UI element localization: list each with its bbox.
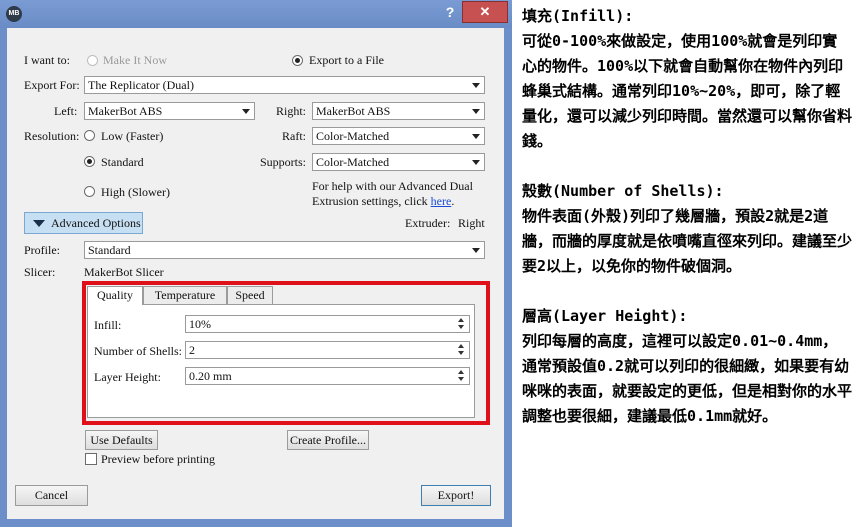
advanced-options-button[interactable]: Advanced Options (24, 212, 143, 234)
infill-note: 填充(Infill): 可從0-100%來做設定，使用100%就會是列印實心的物… (522, 4, 852, 154)
raft-value: Color-Matched (316, 129, 390, 143)
shells-note: 殼數(Number of Shells): 物件表面(外殼)列印了幾層牆，預設2… (522, 179, 852, 279)
export-button[interactable]: Export! (421, 485, 491, 506)
raft-select[interactable]: Color-Matched (312, 127, 485, 145)
triangle-down-icon (33, 220, 45, 227)
shells-note-body: 物件表面(外殼)列印了幾層牆，預設2就是2道牆，而牆的厚度就是依噴嘴直徑來列印。… (522, 207, 853, 275)
left-material-select[interactable]: MakerBot ABS (84, 102, 255, 120)
infill-note-title: 填充(Infill): (522, 7, 634, 25)
use-defaults-button[interactable]: Use Defaults (85, 430, 158, 450)
dialog-window: MB ? ✕ I want to: Make It Now Export to … (0, 0, 512, 527)
extruder-value: Right (458, 216, 485, 230)
help-text-line1: For help with our Advanced Dual (312, 179, 473, 193)
help-text-line2: Extrusion settings, click here. (312, 194, 454, 209)
left-material-value: MakerBot ABS (88, 104, 163, 118)
title-bar: MB ? ✕ (0, 0, 512, 28)
chevron-down-icon (472, 83, 480, 88)
chevron-down-icon (472, 248, 480, 253)
slicer-value: MakerBot Slicer (84, 265, 164, 279)
chevron-down-icon (472, 134, 480, 139)
supports-value: Color-Matched (316, 155, 390, 169)
layer-note-title: 層高(Layer Height): (522, 307, 688, 325)
right-material-select[interactable]: MakerBot ABS (312, 102, 485, 120)
chevron-down-icon (472, 160, 480, 165)
highlight-box (82, 281, 490, 425)
help-text-prefix: Extrusion settings, click (312, 194, 428, 208)
supports-label: Supports: (260, 155, 307, 169)
profile-label: Profile: (24, 243, 60, 257)
export-for-value: The Replicator (Dual) (88, 78, 194, 92)
resolution-standard-radio[interactable] (84, 156, 95, 167)
raft-label: Raft: (282, 129, 306, 143)
cancel-button[interactable]: Cancel (15, 485, 88, 506)
export-to-file-label: Export to a File (309, 53, 384, 67)
make-it-now-label: Make It Now (103, 53, 167, 67)
shells-note-title: 殼數(Number of Shells): (522, 182, 724, 200)
i-want-to-label: I want to: (24, 53, 70, 67)
profile-select[interactable]: Standard (84, 241, 485, 259)
resolution-high-label: High (Slower) (101, 185, 170, 199)
right-label: Right: (276, 104, 307, 118)
extruder-label: Extruder: (405, 216, 451, 230)
chevron-down-icon (472, 109, 480, 114)
help-button[interactable]: ? (444, 4, 456, 20)
export-for-select[interactable]: The Replicator (Dual) (84, 76, 485, 94)
close-button[interactable]: ✕ (462, 1, 508, 23)
dialog-body: I want to: Make It Now Export to a File … (7, 28, 504, 519)
resolution-low-radio[interactable] (84, 130, 95, 141)
make-it-now-radio[interactable] (87, 55, 98, 66)
left-label: Left: (54, 104, 78, 118)
annotation-notes: 填充(Infill): 可從0-100%來做設定，使用100%就會是列印實心的物… (522, 4, 852, 454)
infill-note-body: 可從0-100%來做設定，使用100%就會是列印實心的物件。100%以下就會自動… (522, 32, 853, 150)
export-for-label: Export For: (24, 78, 80, 92)
makerbot-app-icon: MB (6, 6, 22, 22)
layer-note-body: 列印每層的高度，這裡可以設定0.01~0.4mm，通常預設值0.2就可以列印的很… (522, 332, 853, 425)
help-here-link[interactable]: here (431, 194, 452, 208)
profile-value: Standard (88, 243, 131, 257)
advanced-options-label: Advanced Options (51, 216, 141, 230)
resolution-label: Resolution: (24, 129, 80, 143)
supports-select[interactable]: Color-Matched (312, 153, 485, 171)
right-material-value: MakerBot ABS (316, 104, 391, 118)
create-profile-button[interactable]: Create Profile... (287, 430, 369, 450)
slicer-label: Slicer: (24, 265, 56, 279)
chevron-down-icon (242, 109, 250, 114)
resolution-high-radio[interactable] (84, 186, 95, 197)
help-text-period: . (451, 194, 455, 208)
preview-label: Preview before printing (101, 452, 215, 466)
resolution-low-label: Low (Faster) (101, 129, 164, 143)
preview-checkbox[interactable] (85, 453, 97, 465)
export-to-file-radio[interactable] (292, 55, 303, 66)
layer-note: 層高(Layer Height): 列印每層的高度，這裡可以設定0.01~0.4… (522, 304, 852, 429)
resolution-standard-label: Standard (101, 155, 144, 169)
